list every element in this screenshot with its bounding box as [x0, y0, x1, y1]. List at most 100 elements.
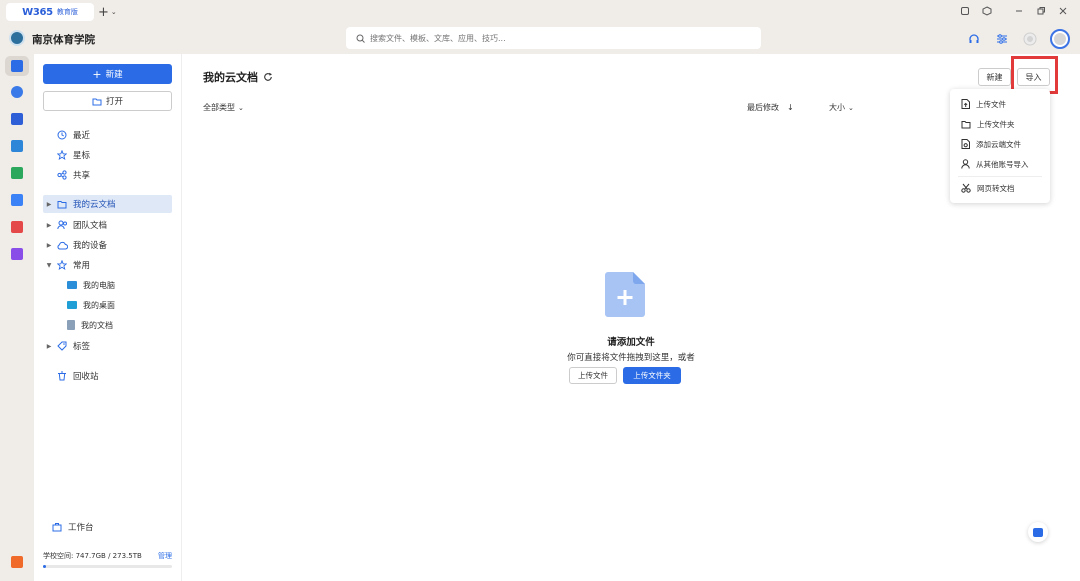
sidebar-item-label: 常用 — [73, 261, 91, 271]
cloud-device-icon — [57, 241, 68, 249]
expand-arrow-icon[interactable]: ▶ — [43, 222, 55, 229]
feedback-icon[interactable] — [11, 556, 23, 568]
sidebar-item-my-computer[interactable]: 我的电脑 — [43, 276, 172, 294]
sidebar-item-label: 我的设备 — [73, 241, 108, 251]
column-type-label: 全部类型 — [203, 103, 235, 112]
sidebar-item-my-documents[interactable]: 我的文档 — [43, 316, 172, 334]
sidebar-item-my-desktop[interactable]: 我的桌面 — [43, 296, 172, 314]
sidebar-item-label: 回收站 — [73, 372, 99, 382]
import-menu: 上传文件 上传文件夹 添加云端文件 从其他账号导入 网页转文档 — [950, 89, 1050, 203]
meeting-icon[interactable] — [11, 113, 23, 125]
column-size[interactable]: 大小 ⌄ — [829, 102, 854, 113]
star-icon — [57, 150, 67, 160]
storage-text: 学校空间: 747.7GB / 273.5TB — [43, 552, 142, 560]
settings-sliders-icon[interactable] — [994, 31, 1010, 47]
sidebar-item-shared[interactable]: 共享 — [43, 166, 172, 184]
menu-item-label: 网页转文档 — [977, 183, 1015, 193]
menu-item-upload-folder[interactable]: 上传文件夹 — [950, 114, 1050, 134]
workbench-icon — [52, 523, 62, 532]
sidebar-item-label: 团队文档 — [73, 221, 108, 231]
sidebar-item-recent[interactable]: 最近 — [43, 126, 172, 144]
avatar-image — [1054, 33, 1066, 45]
sidebar-item-tags[interactable]: ▶ 标签 — [43, 337, 172, 355]
storage-manage-link[interactable]: 管理 — [158, 551, 172, 561]
workbench-link[interactable]: 工作台 — [52, 521, 94, 533]
image-icon[interactable] — [11, 167, 23, 179]
sidebar-item-starred[interactable]: 星标 — [43, 146, 172, 164]
folder-open-icon — [92, 98, 102, 105]
expand-arrow-icon[interactable]: ▶ — [43, 343, 55, 350]
minimize-icon[interactable] — [1008, 6, 1030, 19]
new-doc-button-label: 新建 — [986, 72, 1003, 82]
search-input[interactable] — [370, 33, 730, 43]
header-tools — [966, 28, 1070, 50]
app-tab[interactable]: W365 教育版 — [6, 3, 94, 21]
chevron-down-icon: ⌄ — [848, 103, 854, 112]
sidebar-item-label: 标签 — [73, 342, 91, 352]
add-file-icon — [605, 272, 645, 317]
menu-item-label: 上传文件 — [976, 99, 1006, 109]
help-chat-button[interactable] — [1028, 522, 1048, 542]
menu-divider — [958, 176, 1042, 177]
team-icon — [56, 220, 67, 230]
window-mode-icon[interactable] — [954, 6, 976, 19]
close-icon[interactable] — [1052, 6, 1074, 19]
folder-icon — [57, 200, 67, 208]
search-box[interactable] — [346, 27, 761, 49]
sidebar-item-recycle-bin[interactable]: 回收站 — [43, 367, 172, 385]
restore-icon[interactable] — [1030, 6, 1052, 19]
workbench-label: 工作台 — [68, 523, 94, 533]
search-icon — [356, 34, 365, 43]
chat-icon — [1033, 527, 1043, 537]
title-bar: W365 教育版 + ⌄ — [0, 0, 1080, 24]
new-doc-button[interactable]: 新建 — [978, 68, 1011, 86]
new-button[interactable]: + 新建 — [43, 64, 172, 84]
avatar[interactable] — [1050, 29, 1070, 49]
calendar-icon[interactable] — [11, 86, 23, 98]
sidebar-item-label: 我的电脑 — [83, 280, 115, 290]
pdf-icon[interactable] — [11, 221, 23, 233]
storage-progress-fill — [43, 565, 46, 568]
sidebar: + 新建 打开 最近 星标 共享 ▶ 我的云文档 ▶ 团队文档 ▶ 我的设备 ▼… — [34, 54, 182, 581]
sheets-icon[interactable] — [11, 140, 23, 152]
apps-icon[interactable] — [11, 248, 23, 260]
storage-info: 学校空间: 747.7GB / 273.5TB 管理 — [43, 551, 172, 561]
document-icon — [67, 320, 75, 330]
expand-arrow-icon[interactable]: ▶ — [43, 201, 55, 208]
column-last-modified[interactable]: 最后修改 ↓ — [747, 102, 794, 113]
empty-state-title: 请添加文件 — [607, 337, 655, 348]
sidebar-item-team-docs[interactable]: ▶ 团队文档 — [43, 216, 172, 234]
menu-item-upload-file[interactable]: 上传文件 — [950, 94, 1050, 114]
upload-folder-button[interactable]: 上传文件夹 — [623, 367, 681, 384]
collapse-arrow-icon[interactable]: ▼ — [43, 262, 55, 269]
docs-icon[interactable] — [11, 60, 23, 72]
menu-item-add-cloud-file[interactable]: 添加云端文件 — [950, 134, 1050, 154]
refresh-icon[interactable] — [263, 72, 273, 82]
menu-item-import-from-account[interactable]: 从其他账号导入 — [950, 154, 1050, 174]
upload-file-button[interactable]: 上传文件 — [569, 367, 617, 384]
open-button[interactable]: 打开 — [43, 91, 172, 111]
sidebar-item-common[interactable]: ▼ 常用 — [43, 256, 172, 274]
new-tab-button[interactable]: + ⌄ — [98, 3, 120, 21]
column-type-filter[interactable]: 全部类型 ⌄ — [203, 102, 244, 113]
clock-icon — [57, 130, 67, 140]
storage-progress-bar — [43, 565, 172, 568]
menu-item-label: 上传文件夹 — [977, 119, 1015, 129]
headset-icon[interactable] — [966, 31, 982, 47]
trash-icon — [58, 371, 66, 381]
page-title: 我的云文档 — [203, 69, 273, 85]
column-modified-label: 最后修改 — [747, 103, 779, 112]
sidebar-item-my-devices[interactable]: ▶ 我的设备 — [43, 236, 172, 254]
sidebar-item-label: 我的文档 — [81, 320, 113, 330]
expand-arrow-icon[interactable]: ▶ — [43, 242, 55, 249]
skin-icon[interactable] — [976, 5, 998, 19]
empty-state-subtitle: 你可直接将文件拖拽到这里，或者 — [567, 353, 695, 363]
menu-item-label: 从其他账号导入 — [976, 159, 1029, 169]
sidebar-item-my-cloud-docs[interactable]: ▶ 我的云文档 — [43, 195, 172, 213]
slides-icon[interactable] — [11, 194, 23, 206]
menu-item-web-to-doc[interactable]: 网页转文档 — [950, 178, 1050, 198]
menu-item-label: 添加云端文件 — [976, 139, 1021, 149]
sort-down-icon: ↓ — [787, 103, 794, 112]
desktop-icon — [67, 301, 77, 309]
status-icon[interactable] — [1022, 31, 1038, 47]
